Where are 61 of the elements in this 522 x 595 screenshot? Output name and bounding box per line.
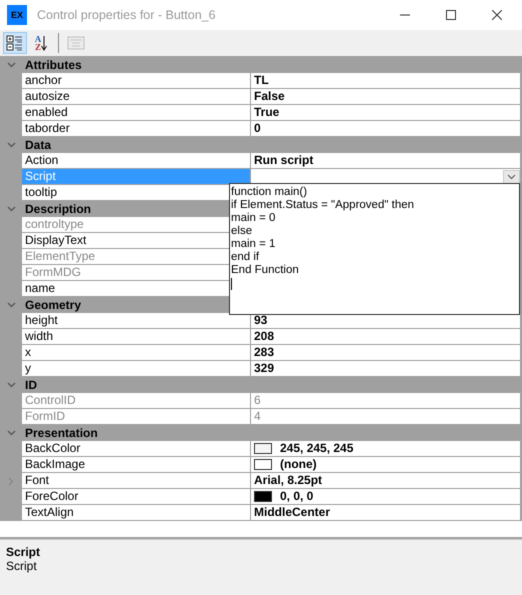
property-name[interactable]: Font [25,473,50,487]
property-value: True [254,105,280,120]
property-value: 245, 245, 245 [280,441,354,456]
code-line: if Element.Status = "Approved" then [231,199,414,212]
code-line: end if [231,251,260,264]
property-name[interactable]: taborder [25,121,70,135]
close-icon[interactable] [492,10,502,20]
property-value: 208 [254,329,274,344]
code-line: main = 0 [231,212,276,225]
code-line: function main() [231,186,308,199]
chevron-down-icon [507,174,516,180]
property-value: 6 [254,393,261,408]
alphabetical-sort-button[interactable]: A Z [29,32,53,54]
category-header: Description [24,202,92,216]
property-value: MiddleCenter [254,505,330,520]
category-header: Presentation [24,426,98,440]
collapse-chevron-icon[interactable] [6,302,16,308]
category-header: Attributes [24,58,82,72]
help-description: Script [6,559,38,573]
collapse-chevron-icon[interactable] [6,206,16,212]
property-value: Run script [254,153,314,168]
maximize-icon[interactable] [446,10,456,20]
dropdown-button[interactable] [503,170,520,184]
property-value: 4 [254,409,261,424]
property-value: False [254,89,285,104]
property-name[interactable]: y [25,361,31,375]
property-name[interactable]: width [25,329,54,343]
collapse-chevron-icon[interactable] [6,142,16,148]
help-title: Script [6,545,42,559]
property-value: 93 [254,313,268,328]
category-header: Geometry [24,298,82,312]
property-name[interactable]: autosize [25,89,70,103]
property-name[interactable]: Action [25,153,58,167]
property-value: 0 [254,121,261,136]
categorized-button[interactable] [3,32,27,54]
property-name[interactable]: x [25,345,31,359]
collapse-chevron-icon[interactable] [6,62,16,68]
text-cursor [231,278,232,290]
property-value: Arial, 8.25pt [254,473,322,488]
property-name[interactable]: height [25,313,58,327]
property-value: 283 [254,345,274,360]
property-name[interactable]: enabled [25,105,68,119]
collapse-chevron-icon[interactable] [6,430,16,436]
window-title: Control properties for - Button_6 [37,8,216,22]
property-name[interactable]: tooltip [25,185,58,199]
code-line: main = 1 [231,238,276,251]
collapse-chevron-icon[interactable] [6,382,16,388]
property-name[interactable]: TextAlign [25,505,74,519]
property-name[interactable]: name [25,281,56,295]
category-header: Data [24,138,52,152]
property-name[interactable]: anchor [25,73,62,87]
script-editor-popup[interactable]: function main() if Element.Status = "Approved" then main = 0 else main = 1 end if End Function [229,183,520,315]
app-icon: EX [7,5,27,25]
down-arrow-icon [41,35,48,51]
property-value: 0, 0, 0 [280,489,314,504]
code-line: End Function [231,264,299,277]
property-value: 329 [254,361,274,376]
property-value: (none) [280,457,317,472]
category-header: ID [24,378,37,392]
property-value: TL [254,73,269,88]
code-line: else [231,225,252,238]
